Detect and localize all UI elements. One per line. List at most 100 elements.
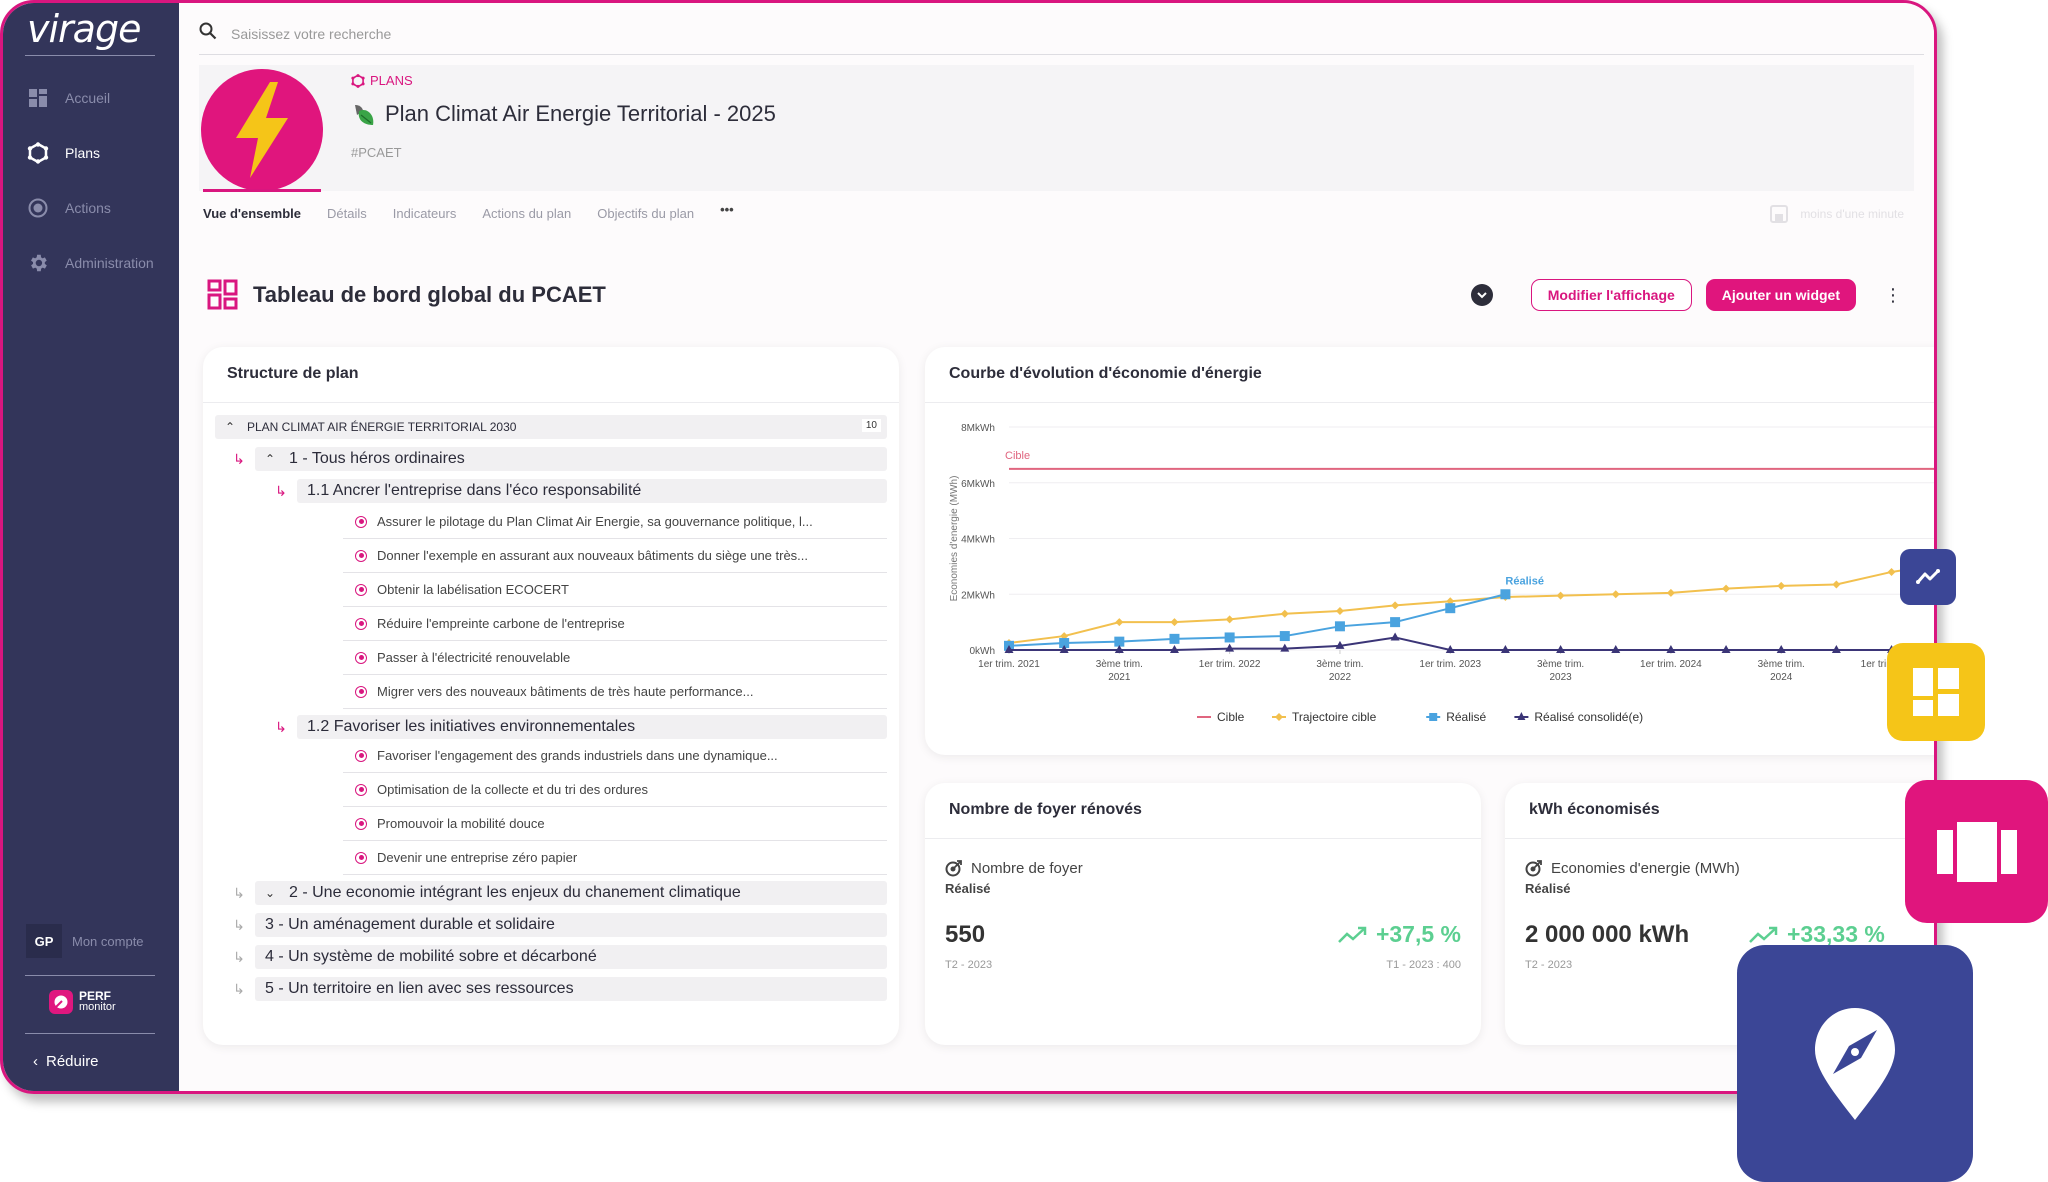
- action-radio-icon: [355, 783, 367, 796]
- tree-axis[interactable]: ↳ 4 - Un système de mobilité sobre et dé…: [229, 945, 887, 969]
- plan-header: PLANS Plan Climat Air Energie Territoria…: [199, 65, 1914, 191]
- tree-axis[interactable]: ↳ 5 - Un territoire en lien avec ses res…: [229, 977, 887, 1001]
- line-chart-icon: [1900, 549, 1956, 605]
- sidebar-item-label: Plans: [65, 145, 101, 161]
- tree-sub-axis[interactable]: ↳ 1.1 Ancrer l'entreprise dans l'éco res…: [271, 479, 887, 503]
- dashboard-title: Tableau de bord global du PCAET: [207, 279, 606, 311]
- tree-action[interactable]: Migrer vers des nouveaux bâtiments de tr…: [343, 675, 887, 709]
- tree-action[interactable]: Devenir une entreprise zéro papier: [343, 841, 887, 875]
- sidebar-item-actions[interactable]: Actions: [27, 197, 111, 219]
- action-radio-icon: [355, 685, 367, 698]
- chevron-up-icon[interactable]: ⌃: [225, 420, 243, 434]
- x-tick-label: 2021: [1108, 672, 1131, 683]
- legend-item-realise-consolide-e[interactable]: Réalisé consolidé(e): [1534, 710, 1643, 724]
- tree-axis[interactable]: ↳ ⌃ 1 - Tous héros ordinaires: [229, 447, 887, 471]
- action-radio-icon: [355, 549, 367, 562]
- account-menu[interactable]: GP Mon compte: [26, 924, 144, 958]
- brand-logo[interactable]: virage: [27, 7, 141, 51]
- search-icon: [199, 22, 217, 45]
- point-trajectoire-cible: [1887, 567, 1896, 576]
- x-tick-label: 1er trim. 2023: [1419, 659, 1481, 670]
- y-tick-label: 4MkWh: [961, 535, 995, 546]
- divider: [25, 975, 155, 976]
- sidebar: virage Accueil Plans Actions Administrat…: [3, 3, 179, 1091]
- page-title: Plan Climat Air Energie Territorial - 20…: [351, 101, 776, 127]
- divider: [25, 55, 155, 56]
- tab-plan-objectives[interactable]: Objectifs du plan: [597, 198, 694, 229]
- series-label: Réalisé: [1505, 575, 1544, 587]
- x-tick-label: 2023: [1549, 672, 1572, 683]
- kpi-previous: T1 - 2023 : 400: [1386, 959, 1461, 971]
- dashboard-title-text: Tableau de bord global du PCAET: [253, 282, 606, 307]
- tab-plan-actions[interactable]: Actions du plan: [482, 198, 571, 229]
- sidebar-item-label: Administration: [65, 255, 154, 271]
- tree-action[interactable]: Favoriser l'engagement des grands indust…: [343, 739, 887, 773]
- chevron-up-icon[interactable]: ⌃: [265, 452, 283, 466]
- subdirectory-arrow-icon: ↳: [275, 482, 287, 499]
- tab-overview[interactable]: Vue d'ensemble: [203, 198, 301, 229]
- x-tick-label: 3ème trim.: [1758, 659, 1805, 670]
- action-radio-icon: [355, 583, 367, 596]
- main-content: PLANS Plan Climat Air Energie Territoria…: [179, 3, 1934, 1091]
- action-radio-icon: [355, 851, 367, 864]
- more-tabs-button[interactable]: •••: [720, 194, 734, 225]
- perf-monitor-logo[interactable]: PERF monitor: [49, 990, 116, 1014]
- tree-action[interactable]: Réduire l'empreinte carbone de l'entrepr…: [343, 607, 887, 641]
- leaf-icon: [355, 105, 374, 125]
- tree-action[interactable]: Passer à l'électricité renouvelable: [343, 641, 887, 675]
- x-tick-label: 1er trim. 2021: [978, 659, 1040, 670]
- app-window: virage Accueil Plans Actions Administrat…: [0, 0, 1937, 1094]
- more-options-icon[interactable]: ⋮: [1884, 285, 1902, 306]
- indicator-status: Réalisé: [1525, 881, 1571, 896]
- legend-item-realise[interactable]: Réalisé: [1446, 710, 1486, 724]
- plan-avatar: [201, 69, 323, 191]
- add-widget-button[interactable]: Ajouter un widget: [1705, 279, 1856, 311]
- tree-action[interactable]: Obtenir la labélisation ECOCERT: [343, 573, 887, 607]
- modify-display-button[interactable]: Modifier l'affichage: [1530, 279, 1692, 311]
- tree-sub-axis[interactable]: ↳ 1.2 Favoriser les initiatives environn…: [271, 715, 887, 739]
- sidebar-item-administration[interactable]: Administration: [27, 252, 154, 274]
- tab-indicators[interactable]: Indicateurs: [393, 198, 457, 229]
- chevron-down-icon[interactable]: ⌄: [265, 886, 283, 900]
- x-tick-label: 2024: [1770, 672, 1793, 683]
- search-input[interactable]: [231, 25, 831, 42]
- sidebar-item-plans[interactable]: Plans: [27, 142, 100, 164]
- tab-details[interactable]: Détails: [327, 198, 367, 229]
- point-realise-consolide-e: [1390, 632, 1400, 641]
- indicator-name: Nombre de foyer: [971, 859, 1083, 877]
- legend-item-trajectoire-cible[interactable]: Trajectoire cible: [1292, 710, 1377, 724]
- tree-axis[interactable]: ↳ 3 - Un aménagement durable et solidair…: [229, 913, 887, 937]
- card-title: Courbe d'évolution d'économie d'énergie: [925, 347, 1934, 403]
- tree-action[interactable]: Donner l'exemple en assurant aux nouveau…: [343, 539, 887, 573]
- compass-pin-icon: [1737, 945, 1973, 1182]
- point-trajectoire-cible: [1722, 584, 1731, 593]
- tree-axis-label: 1 - Tous héros ordinaires: [289, 450, 465, 467]
- point-realise: [1334, 621, 1345, 632]
- sidebar-item-accueil[interactable]: Accueil: [27, 87, 110, 109]
- tree-action[interactable]: Optimisation de la collecte et du tri de…: [343, 773, 887, 807]
- tree-axis[interactable]: ↳ ⌄ 2 - Une economie intégrant les enjeu…: [229, 881, 887, 905]
- kpi-card-households: Nombre de foyer rénovés Nombre de foyer …: [925, 783, 1481, 1045]
- point-realise: [1445, 603, 1456, 614]
- collapse-toggle-button[interactable]: [1470, 284, 1493, 306]
- card-title: Nombre de foyer rénovés: [925, 783, 1481, 839]
- point-trajectoire-cible: [1335, 606, 1344, 615]
- legend-marker: [1429, 713, 1438, 721]
- legend-item-cible[interactable]: Cible: [1217, 710, 1245, 724]
- dashboard-icon: [27, 87, 49, 109]
- tree-action[interactable]: Promouvoir la mobilité douce: [343, 807, 887, 841]
- collapse-sidebar-button[interactable]: ‹ Réduire: [33, 1053, 99, 1070]
- account-label: Mon compte: [72, 933, 144, 949]
- save-status-text: moins d'une minute: [1800, 207, 1904, 221]
- y-tick-label: 6MkWh: [961, 479, 995, 490]
- plan-tag: #PCAET: [351, 145, 402, 160]
- series-label: Cible: [1005, 450, 1030, 462]
- point-trajectoire-cible: [1391, 601, 1400, 610]
- tree-action[interactable]: Assurer le pilotage du Plan Climat Air E…: [343, 505, 887, 539]
- kpi-value: 2 000 000 kWh: [1525, 921, 1690, 948]
- tree-root[interactable]: ⌃ PLAN CLIMAT AIR ÉNERGIE TERRITORIAL 20…: [215, 415, 887, 439]
- legend-marker: [1275, 713, 1283, 721]
- breadcrumb[interactable]: PLANS: [351, 73, 413, 88]
- y-tick-label: 0kWh: [969, 646, 995, 657]
- point-realise: [1500, 589, 1511, 600]
